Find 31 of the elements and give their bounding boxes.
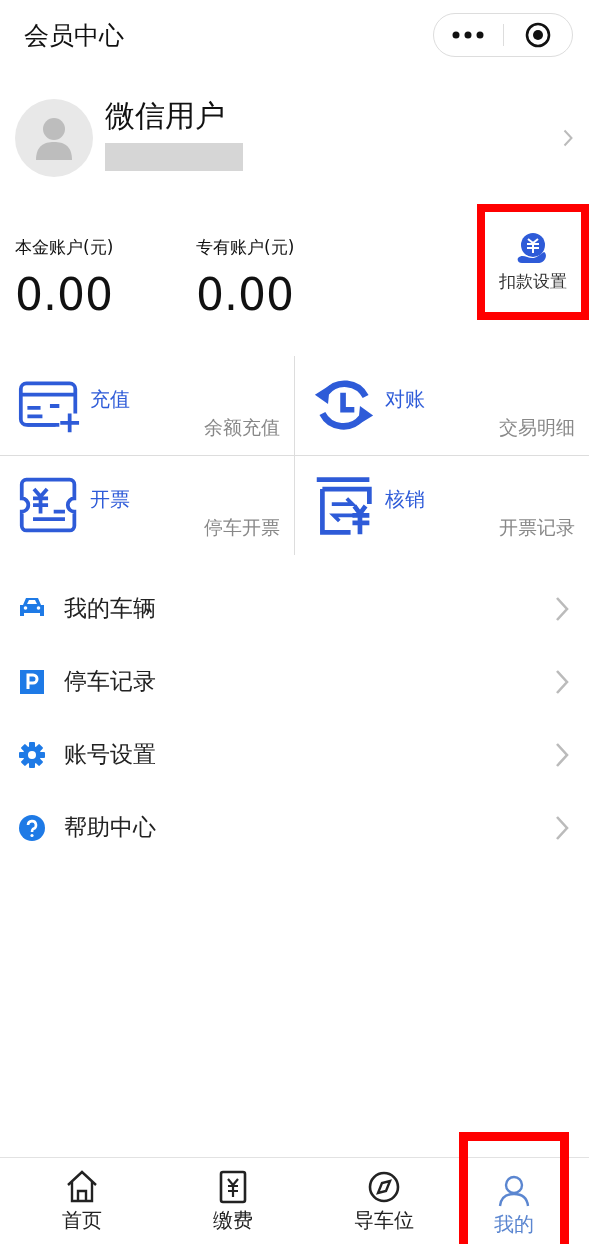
account-balance: 0.00 [15, 269, 114, 320]
chevron-right-icon [555, 741, 569, 768]
service-tile[interactable]: 充值 余额充值 [0, 356, 295, 456]
chevron-right-icon [563, 129, 573, 147]
tab[interactable]: 缴费 [157, 1158, 308, 1244]
more-icon [452, 31, 485, 39]
chevron-right-icon [555, 814, 569, 841]
menu-item[interactable]: 我的车辆 [0, 572, 589, 645]
tab[interactable]: 我的 [459, 1132, 569, 1244]
user-name: 微信用户 [105, 96, 226, 135]
menu-item[interactable]: 帮助中心 [0, 791, 589, 864]
parking-icon [18, 667, 46, 696]
tab[interactable]: 导车位 [308, 1158, 459, 1244]
person-silhouette-icon [34, 116, 74, 160]
account-balance: 0.00 [196, 269, 295, 320]
chevron-right-icon [555, 595, 569, 622]
account-label: 专有账户(元) [196, 236, 296, 259]
menu-item[interactable]: 账号设置 [0, 718, 589, 791]
menu-item[interactable]: 停车记录 [0, 645, 589, 718]
tab[interactable]: 首页 [6, 1158, 157, 1244]
window-title: 会员中心 [24, 19, 124, 52]
account-label: 本金账户(元) [15, 236, 115, 259]
user-icon [496, 1173, 532, 1209]
service-tile[interactable]: 对账 交易明细 [294, 356, 589, 456]
chevron-right-icon [555, 668, 569, 695]
service-tile[interactable]: 开票 停车开票 [0, 456, 295, 555]
deduction-settings-button[interactable]: 扣款设置 [477, 204, 589, 320]
record-icon [524, 22, 551, 48]
service-tile[interactable]: 核销 开票记录 [294, 456, 589, 555]
help-icon [18, 813, 46, 842]
settings-icon [18, 740, 46, 769]
